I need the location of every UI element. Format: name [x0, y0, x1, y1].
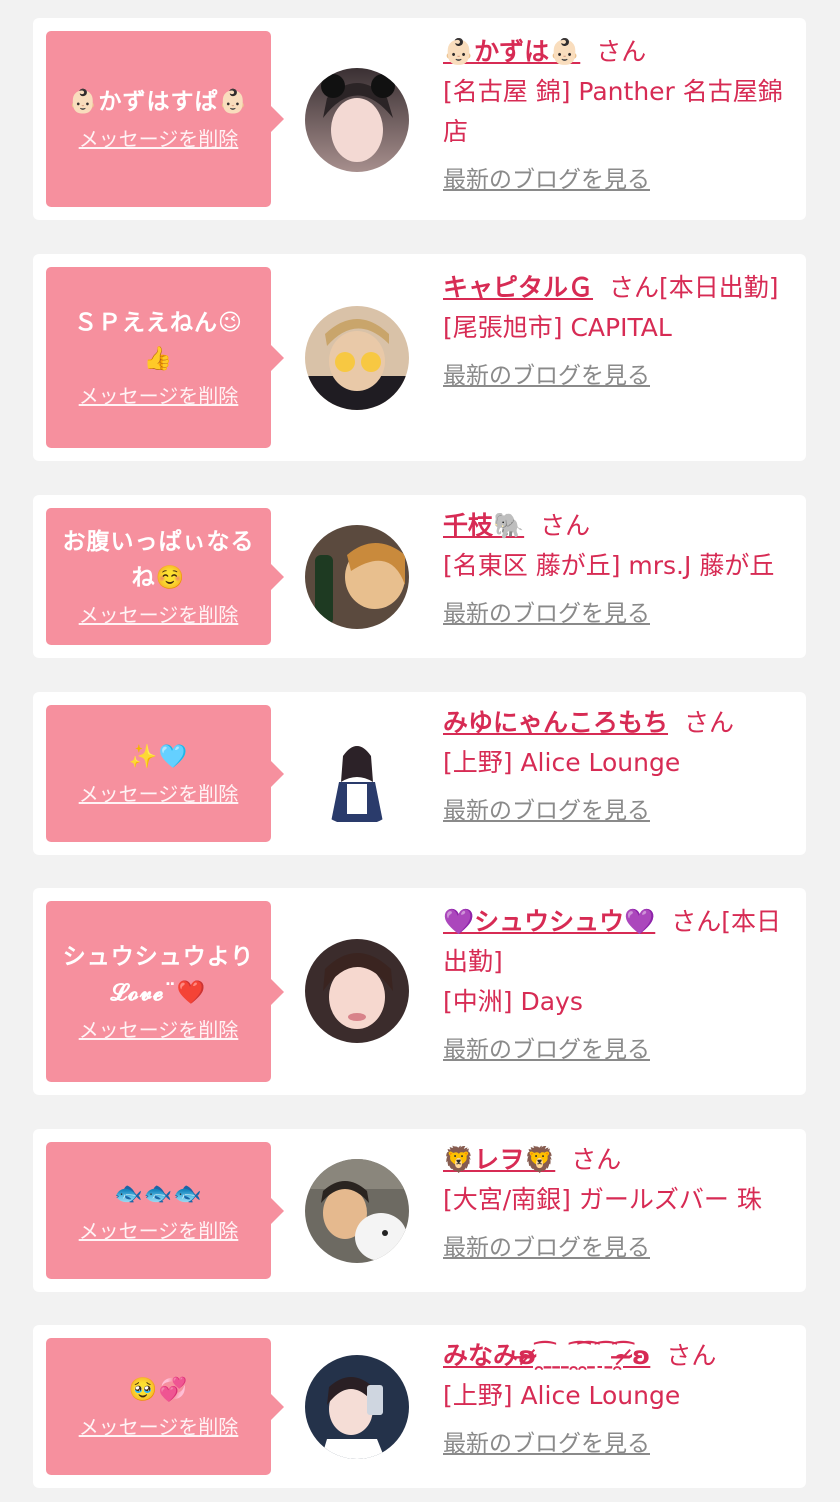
avatar[interactable] [305, 939, 409, 1043]
shop-location: [上野] Alice Lounge [443, 1381, 681, 1410]
message-bubble: お腹いっぱぃなるね☺️ メッセージを削除 [46, 508, 284, 645]
sender-name-link[interactable]: みなみʚ̴̶̷̷ ̯͡ ̱ ̱ ̱ ̯͡ ̯͡ ̱ ͡ ̱ ̯͡ ̷̶̴̷ʚ [443, 1341, 650, 1370]
shop-location: [大宮/南銀] ガールズバー 珠 [443, 1185, 762, 1214]
honorific: さん [666, 1341, 717, 1370]
shop-location: [上野] Alice Lounge [443, 748, 681, 777]
message-text: ＳＰええねん😉👍 [74, 309, 243, 372]
honorific: さん[本日出勤] [609, 273, 779, 302]
delete-message-link[interactable]: メッセージを削除 [79, 1412, 239, 1442]
shop-location: [名古屋 錦] Panther 名古屋錦店 [443, 77, 783, 146]
message-bubble: シュウシュウより𝓛𝓸𝓿𝓮¨❤️ メッセージを削除 [46, 901, 284, 1082]
latest-blog-link[interactable]: 最新のブログを見る [443, 1426, 650, 1462]
message-card: ＳＰええねん😉👍 メッセージを削除 キャピタルＧ さん[本日出勤] [尾張旭市] … [33, 254, 806, 461]
message-bubble: ✨🩵 メッセージを削除 [46, 705, 284, 842]
message-text: シュウシュウより𝓛𝓸𝓿𝓮¨❤️ [62, 943, 255, 1006]
sender-name-link[interactable]: 💜シュウシュウ💜 [443, 907, 655, 936]
shop-location: [尾張旭市] CAPITAL [443, 313, 672, 342]
latest-blog-link[interactable]: 最新のブログを見る [443, 596, 650, 632]
sender-info: みゆにゃんころもち さん [上野] Alice Lounge 最新のブログを見る [443, 703, 798, 830]
message-text: 👶🏻かずはすぱ👶🏻 [68, 89, 249, 115]
message-card: お腹いっぱぃなるね☺️ メッセージを削除 千枝🐘 さん [名東区 藤が丘] mrs… [33, 495, 806, 658]
shop-location: [名東区 藤が丘] mrs.J 藤が丘 [443, 551, 775, 580]
sender-name-link[interactable]: 🦁レヲ🦁 [443, 1145, 555, 1174]
latest-blog-link[interactable]: 最新のブログを見る [443, 793, 650, 829]
message-bubble: ＳＰええねん😉👍 メッセージを削除 [46, 267, 284, 448]
sender-name-link[interactable]: 👶🏻かずは👶🏻 [443, 37, 580, 66]
sender-info: 🦁レヲ🦁 さん [大宮/南銀] ガールズバー 珠 最新のブログを見る [443, 1140, 798, 1267]
avatar[interactable] [305, 306, 409, 410]
sender-name-link[interactable]: 千枝🐘 [443, 511, 524, 540]
message-bubble: 🐟🐟🐟 メッセージを削除 [46, 1142, 284, 1279]
latest-blog-link[interactable]: 最新のブログを見る [443, 1230, 650, 1266]
honorific: さん [540, 511, 591, 540]
message-text: 🥹💞 [128, 1376, 189, 1403]
message-text: ✨🩵 [128, 743, 189, 770]
message-card: 👶🏻かずはすぱ👶🏻 メッセージを削除 👶🏻かずは👶🏻 さん [名古屋 錦] Pan… [33, 18, 806, 220]
message-card: 🐟🐟🐟 メッセージを削除 🦁レヲ🦁 さん [大宮/南銀] ガールズバー 珠 最新の… [33, 1129, 806, 1292]
message-text: 🐟🐟🐟 [114, 1180, 203, 1207]
message-card: 🥹💞 メッセージを削除 みなみʚ̴̶̷̷ ̯͡ ̱ ̱ ̱ ̯͡ ̯͡ ̱ ͡ … [33, 1325, 806, 1488]
delete-message-link[interactable]: メッセージを削除 [79, 779, 239, 809]
sender-name-link[interactable]: キャピタルＧ [443, 273, 593, 302]
latest-blog-link[interactable]: 最新のブログを見る [443, 162, 650, 198]
honorific: さん [596, 37, 647, 66]
avatar[interactable] [305, 722, 409, 826]
latest-blog-link[interactable]: 最新のブログを見る [443, 358, 650, 394]
sender-info: キャピタルＧ さん[本日出勤] [尾張旭市] CAPITAL 最新のブログを見る [443, 268, 798, 395]
sender-info: 千枝🐘 さん [名東区 藤が丘] mrs.J 藤が丘 最新のブログを見る [443, 506, 798, 633]
honorific: さん [571, 1145, 622, 1174]
delete-message-link[interactable]: メッセージを削除 [79, 600, 239, 630]
honorific: さん [684, 708, 735, 737]
shop-location: [中洲] Days [443, 987, 583, 1016]
delete-message-link[interactable]: メッセージを削除 [79, 1015, 239, 1045]
delete-message-link[interactable]: メッセージを削除 [79, 1216, 239, 1246]
avatar[interactable] [305, 68, 409, 172]
avatar[interactable] [305, 1159, 409, 1263]
sender-info: みなみʚ̴̶̷̷ ̯͡ ̱ ̱ ̱ ̯͡ ̯͡ ̱ ͡ ̱ ̯͡ ̷̶̴̷ʚ さん… [443, 1336, 798, 1463]
sender-info: 💜シュウシュウ💜 さん[本日出勤] [中洲] Days 最新のブログを見る [443, 902, 798, 1069]
avatar[interactable] [305, 1355, 409, 1459]
message-bubble: 👶🏻かずはすぱ👶🏻 メッセージを削除 [46, 31, 284, 207]
delete-message-link[interactable]: メッセージを削除 [79, 381, 239, 411]
latest-blog-link[interactable]: 最新のブログを見る [443, 1032, 650, 1068]
sender-info: 👶🏻かずは👶🏻 さん [名古屋 錦] Panther 名古屋錦店 最新のブログを見… [443, 32, 798, 199]
message-bubble: 🥹💞 メッセージを削除 [46, 1338, 284, 1475]
message-card: シュウシュウより𝓛𝓸𝓿𝓮¨❤️ メッセージを削除 💜シュウシュウ💜 さん[本日出勤… [33, 888, 806, 1095]
avatar[interactable] [305, 525, 409, 629]
message-text: お腹いっぱぃなるね☺️ [62, 528, 255, 591]
message-card: ✨🩵 メッセージを削除 みゆにゃんころもち さん [上野] Alice Loung… [33, 692, 806, 855]
delete-message-link[interactable]: メッセージを削除 [79, 124, 239, 154]
sender-name-link[interactable]: みゆにゃんころもち [443, 708, 668, 737]
